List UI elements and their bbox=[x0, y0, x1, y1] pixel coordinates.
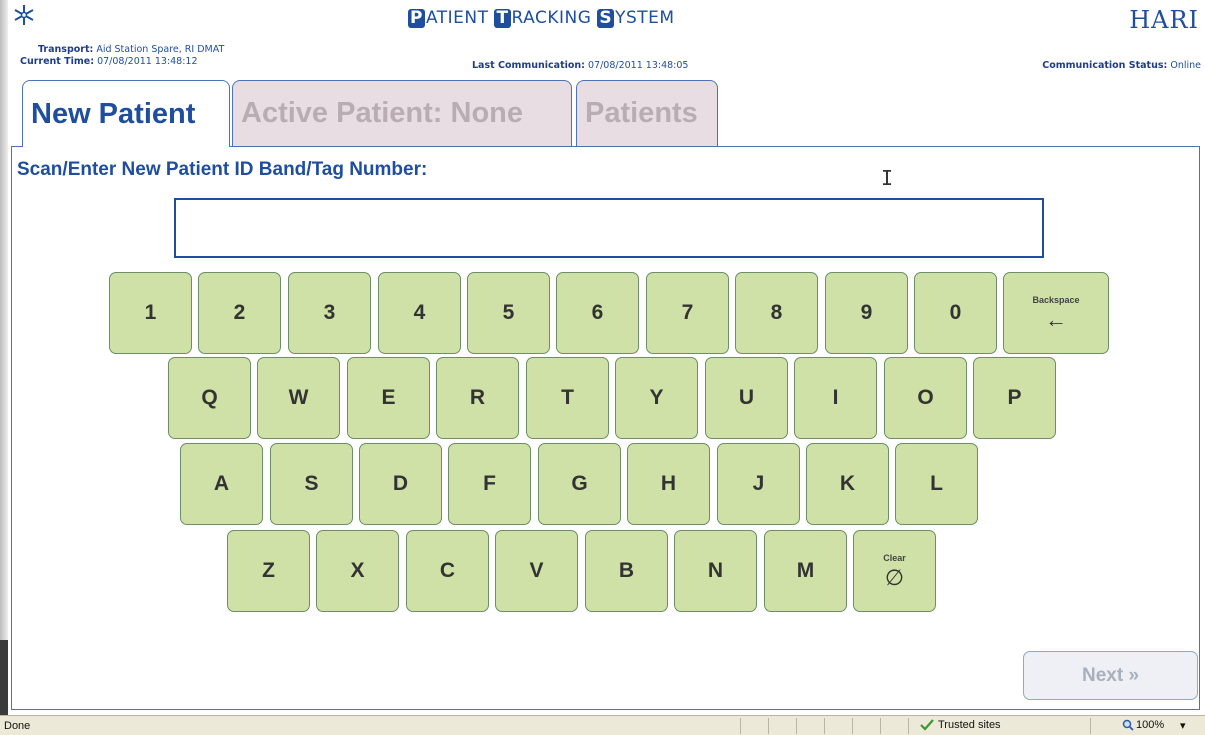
backspace-arrow-icon: ← bbox=[1045, 307, 1067, 332]
status-separator bbox=[880, 718, 881, 734]
key-2[interactable]: 2 bbox=[198, 272, 281, 354]
key-r[interactable]: R bbox=[436, 357, 519, 439]
patient-id-input[interactable] bbox=[174, 198, 1044, 258]
key-w[interactable]: W bbox=[257, 357, 340, 439]
key-6[interactable]: 6 bbox=[556, 272, 639, 354]
key-j[interactable]: J bbox=[717, 443, 800, 525]
empty-set-icon: ∅ bbox=[884, 565, 905, 590]
last-communication-info: Last Communication: 07/08/2011 13:48:05 bbox=[472, 60, 688, 71]
key-n[interactable]: N bbox=[674, 530, 757, 612]
clear-label: Clear bbox=[883, 553, 906, 563]
key-9[interactable]: 9 bbox=[825, 272, 908, 354]
status-separator bbox=[908, 718, 909, 734]
key-x[interactable]: X bbox=[316, 530, 399, 612]
checkmark-icon bbox=[920, 719, 934, 731]
key-k[interactable]: K bbox=[806, 443, 889, 525]
title-cap-2: T bbox=[494, 8, 511, 28]
window-edge bbox=[0, 0, 8, 715]
key-q[interactable]: Q bbox=[168, 357, 251, 439]
status-separator bbox=[824, 718, 825, 734]
brand-logo: HARI bbox=[1129, 6, 1199, 34]
tab-active-patient[interactable]: Active Patient: None bbox=[232, 80, 572, 146]
zoom-control[interactable]: 100% bbox=[1122, 719, 1164, 731]
key-o[interactable]: O bbox=[884, 357, 967, 439]
key-8[interactable]: 8 bbox=[735, 272, 818, 354]
zoom-level: 100% bbox=[1136, 719, 1165, 731]
title-rest-2: RACKING bbox=[511, 8, 598, 28]
title-cap-1: P bbox=[408, 8, 425, 28]
communication-status-label: Communication Status: bbox=[1042, 60, 1168, 71]
browser-status-bar: Done Trusted sites 100% ▾ bbox=[0, 715, 1205, 735]
last-communication-value: 07/08/2011 13:48:05 bbox=[588, 60, 689, 71]
security-zone-label: Trusted sites bbox=[938, 719, 1001, 731]
clear-button[interactable]: Clear ∅ bbox=[853, 530, 936, 612]
key-7[interactable]: 7 bbox=[646, 272, 729, 354]
title-rest-3: YSTEM bbox=[615, 8, 675, 28]
key-c[interactable]: C bbox=[406, 530, 489, 612]
key-l[interactable]: L bbox=[895, 443, 978, 525]
key-1[interactable]: 1 bbox=[109, 272, 192, 354]
communication-status-info: Communication Status: Online bbox=[1042, 60, 1201, 71]
app-title: P ATIENT T RACKING S YSTEM bbox=[408, 8, 675, 28]
text-cursor-icon: I bbox=[881, 166, 894, 190]
status-separator bbox=[852, 718, 853, 734]
star-of-life-logo-icon bbox=[14, 5, 34, 25]
zoom-dropdown-icon[interactable]: ▾ bbox=[1180, 719, 1186, 732]
status-text: Done bbox=[4, 720, 31, 732]
tab-new-patient[interactable]: New Patient bbox=[22, 80, 230, 147]
status-separator bbox=[740, 718, 741, 734]
tab-patients[interactable]: Patients bbox=[576, 80, 718, 146]
key-t[interactable]: T bbox=[526, 357, 609, 439]
key-e[interactable]: E bbox=[347, 357, 430, 439]
magnifier-icon bbox=[1122, 719, 1134, 731]
key-y[interactable]: Y bbox=[615, 357, 698, 439]
key-i[interactable]: I bbox=[794, 357, 877, 439]
key-g[interactable]: G bbox=[538, 443, 621, 525]
transport-info: Transport: Aid Station Spare, RI DMAT bbox=[38, 44, 224, 55]
transport-label: Transport: bbox=[38, 44, 94, 55]
key-a[interactable]: A bbox=[180, 443, 263, 525]
status-separator bbox=[768, 718, 769, 734]
backspace-button[interactable]: Backspace ← bbox=[1003, 272, 1109, 354]
key-0[interactable]: 0 bbox=[914, 272, 997, 354]
key-f[interactable]: F bbox=[448, 443, 531, 525]
key-m[interactable]: M bbox=[764, 530, 847, 612]
current-time-info: Current Time: 07/08/2011 13:48:12 bbox=[20, 56, 198, 67]
next-button[interactable]: Next » bbox=[1023, 651, 1198, 700]
last-communication-label: Last Communication: bbox=[472, 60, 585, 71]
transport-value: Aid Station Spare, RI DMAT bbox=[96, 44, 225, 55]
key-h[interactable]: H bbox=[627, 443, 710, 525]
communication-status-value: Online bbox=[1170, 60, 1201, 71]
key-v[interactable]: V bbox=[495, 530, 578, 612]
key-z[interactable]: Z bbox=[227, 530, 310, 612]
status-separator bbox=[796, 718, 797, 734]
scan-prompt-label: Scan/Enter New Patient ID Band/Tag Numbe… bbox=[17, 159, 428, 180]
status-separator bbox=[1090, 718, 1091, 734]
key-p[interactable]: P bbox=[973, 357, 1056, 439]
key-4[interactable]: 4 bbox=[378, 272, 461, 354]
security-zone[interactable]: Trusted sites bbox=[920, 719, 1001, 731]
key-u[interactable]: U bbox=[705, 357, 788, 439]
title-rest-1: ATIENT bbox=[425, 8, 495, 28]
title-cap-3: S bbox=[597, 8, 615, 28]
key-s[interactable]: S bbox=[270, 443, 353, 525]
key-d[interactable]: D bbox=[359, 443, 442, 525]
current-time-value: 07/08/2011 13:48:12 bbox=[97, 56, 198, 67]
key-5[interactable]: 5 bbox=[467, 272, 550, 354]
current-time-label: Current Time: bbox=[20, 56, 95, 67]
backspace-label: Backspace bbox=[1032, 295, 1080, 305]
key-b[interactable]: B bbox=[585, 530, 668, 612]
key-3[interactable]: 3 bbox=[288, 272, 371, 354]
app-window: P ATIENT T RACKING S YSTEM HARI Transport: … bbox=[0, 0, 1205, 735]
